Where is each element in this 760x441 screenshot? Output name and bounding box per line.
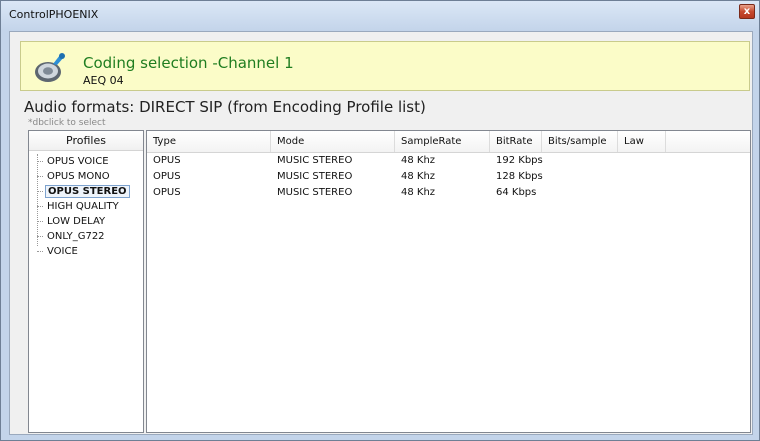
profiles-header: Profiles [29, 131, 143, 151]
profile-item[interactable]: OPUS VOICE [29, 154, 143, 169]
cell-bitrate: 192 Kbps [496, 155, 543, 166]
column-header-type[interactable]: Type [147, 131, 271, 152]
table-body: OPUS MUSIC STEREO 48 Khz 192 Kbps OPUS M… [147, 153, 750, 201]
cell-samplerate: 48 Khz [401, 155, 436, 166]
hint-text: *dbclick to select [28, 118, 106, 128]
column-header-bitrate[interactable]: BitRate [490, 131, 542, 152]
table-row[interactable]: OPUS MUSIC STEREO 48 Khz 64 Kbps [147, 185, 750, 201]
header-banner: Coding selection -Channel 1 AEQ 04 [20, 41, 750, 91]
dialog-body: Coding selection -Channel 1 AEQ 04 Audio… [9, 31, 753, 435]
table-header: Type Mode SampleRate BitRate Bits/sample… [147, 131, 750, 153]
profile-item[interactable]: OPUS MONO [29, 169, 143, 184]
cell-mode: MUSIC STEREO [277, 155, 353, 166]
profiles-tree[interactable]: Profiles OPUS VOICE OPUS MONO OPUS STERE… [28, 130, 144, 433]
table-row[interactable]: OPUS MUSIC STEREO 48 Khz 128 Kbps [147, 169, 750, 185]
column-header-bits-sample[interactable]: Bits/sample [542, 131, 618, 152]
formats-table[interactable]: Type Mode SampleRate BitRate Bits/sample… [146, 130, 751, 433]
cell-type: OPUS [153, 187, 181, 198]
speaker-icon [35, 53, 65, 82]
cell-samplerate: 48 Khz [401, 171, 436, 182]
cell-mode: MUSIC STEREO [277, 171, 353, 182]
column-header-samplerate[interactable]: SampleRate [395, 131, 490, 152]
profile-item[interactable]: LOW DELAY [29, 214, 143, 229]
app-window: ControlPHOENIX x Coding selection -Chann… [0, 0, 760, 441]
cell-mode: MUSIC STEREO [277, 187, 353, 198]
formats-title: Audio formats: DIRECT SIP (from Encoding… [24, 98, 426, 116]
profiles-list: OPUS VOICE OPUS MONO OPUS STEREO HIGH QU… [29, 151, 143, 259]
title-bar[interactable]: ControlPHOENIX x [1, 1, 759, 31]
profile-item[interactable]: VOICE [29, 244, 143, 259]
profile-item[interactable]: ONLY_G722 [29, 229, 143, 244]
cell-type: OPUS [153, 155, 181, 166]
close-button[interactable]: x [739, 4, 755, 19]
cell-type: OPUS [153, 171, 181, 182]
table-row[interactable]: OPUS MUSIC STEREO 48 Khz 192 Kbps [147, 153, 750, 169]
cell-bitrate: 64 Kbps [496, 187, 537, 198]
header-subtitle: AEQ 04 [83, 74, 124, 87]
window-title: ControlPHOENIX [9, 8, 99, 21]
header-title: Coding selection -Channel 1 [83, 54, 294, 72]
column-header-mode[interactable]: Mode [271, 131, 395, 152]
close-icon: x [743, 6, 751, 17]
profile-item-selected[interactable]: OPUS STEREO [29, 184, 143, 199]
cell-samplerate: 48 Khz [401, 187, 436, 198]
column-header-law[interactable]: Law [618, 131, 666, 152]
profile-item[interactable]: HIGH QUALITY [29, 199, 143, 214]
cell-bitrate: 128 Kbps [496, 171, 543, 182]
